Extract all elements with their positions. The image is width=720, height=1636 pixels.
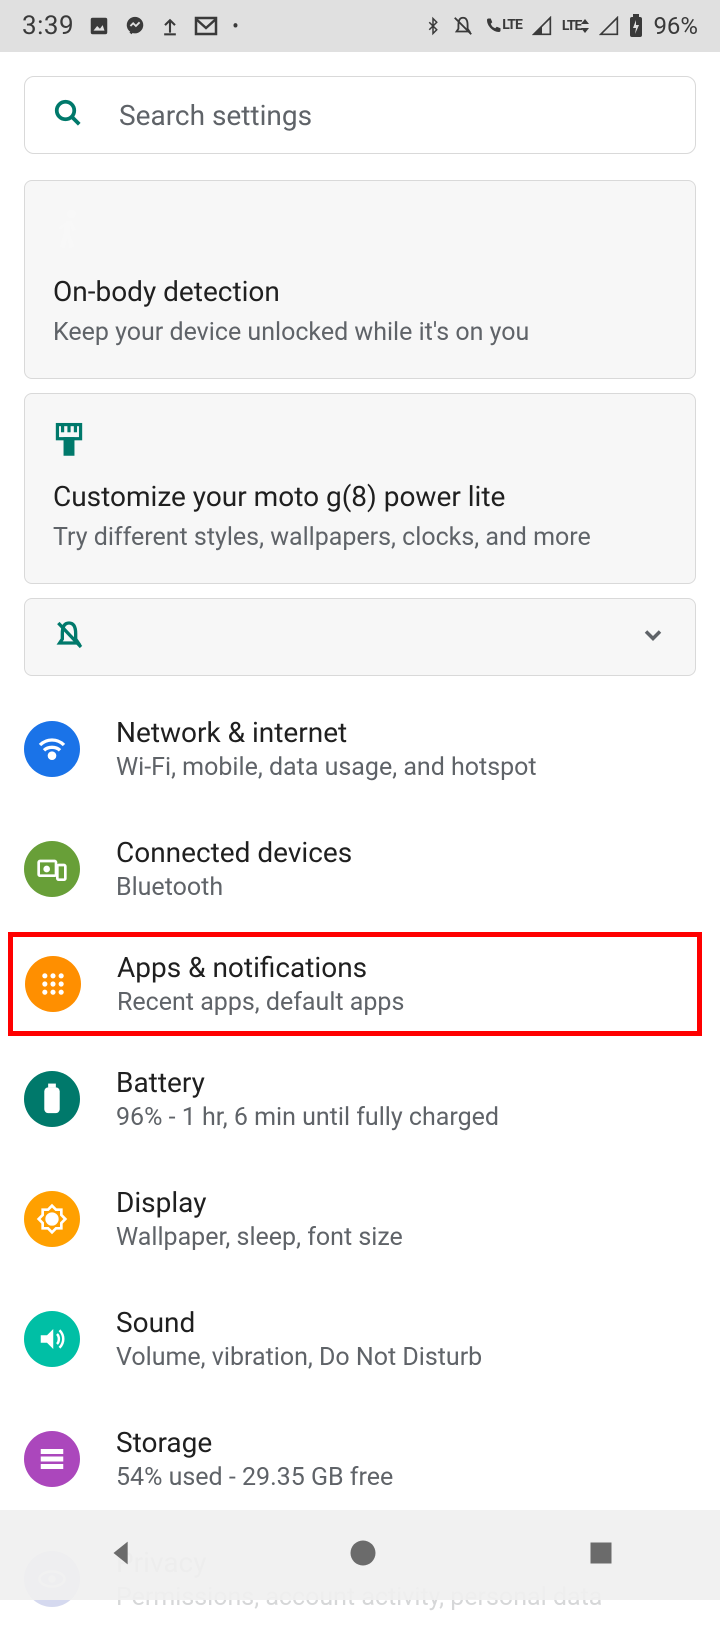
- row-apps-sub: Recent apps, default apps: [117, 988, 685, 1017]
- row-sound[interactable]: Sound Volume, vibration, Do Not Disturb: [24, 1282, 696, 1396]
- brush-icon: [53, 422, 667, 462]
- bluetooth-icon: [424, 14, 442, 38]
- brightness-icon: [24, 1191, 80, 1247]
- row-devices[interactable]: Connected devices Bluetooth: [24, 812, 696, 926]
- row-apps-title: Apps & notifications: [117, 951, 685, 984]
- card-dnd-collapsed[interactable]: [24, 598, 696, 676]
- wifi-icon: [24, 721, 80, 777]
- row-display-sub: Wallpaper, sleep, font size: [116, 1223, 696, 1252]
- dnd-icon: [452, 15, 474, 37]
- walk-icon: [53, 209, 667, 257]
- bell-off-icon: [53, 619, 85, 655]
- nav-bar: [0, 1510, 720, 1600]
- call-lte-icon: LTE: [484, 17, 522, 35]
- card-onbody-sub: Keep your device unlocked while it's on …: [53, 316, 667, 350]
- card-onbody-title: On-body detection: [53, 275, 667, 308]
- row-battery-title: Battery: [116, 1066, 696, 1099]
- upload-icon: [160, 15, 180, 37]
- card-customize-title: Customize your moto g(8) power lite: [53, 480, 667, 513]
- row-sound-sub: Volume, vibration, Do Not Disturb: [116, 1343, 696, 1372]
- row-battery-sub: 96% - 1 hr, 6 min until fully charged: [116, 1103, 696, 1132]
- row-network[interactable]: Network & internet Wi-Fi, mobile, data u…: [24, 692, 696, 806]
- nav-home[interactable]: [348, 1538, 378, 1572]
- volume-icon: [24, 1311, 80, 1367]
- row-sound-title: Sound: [116, 1306, 696, 1339]
- signal-1-icon: [532, 16, 552, 36]
- storage-icon: [24, 1431, 80, 1487]
- dot-icon: •: [232, 14, 239, 38]
- signal-2-icon: [599, 16, 619, 36]
- gallery-icon: [88, 15, 110, 37]
- row-apps[interactable]: Apps & notifications Recent apps, defaul…: [8, 932, 702, 1036]
- status-bar: 3:39 • LTE LTE: [0, 0, 720, 52]
- row-devices-sub: Bluetooth: [116, 873, 696, 902]
- lte-label: LTE: [562, 18, 590, 34]
- row-storage-title: Storage: [116, 1426, 696, 1459]
- search-icon: [53, 98, 83, 132]
- row-battery[interactable]: Battery 96% - 1 hr, 6 min until fully ch…: [24, 1042, 696, 1156]
- row-network-title: Network & internet: [116, 716, 696, 749]
- battery-percent: 96%: [653, 12, 698, 40]
- row-network-sub: Wi-Fi, mobile, data usage, and hotspot: [116, 753, 696, 782]
- search-placeholder: Search settings: [119, 99, 312, 132]
- card-onbody[interactable]: On-body detection Keep your device unloc…: [24, 180, 696, 379]
- battery-row-icon: [24, 1071, 80, 1127]
- apps-icon: [25, 956, 81, 1012]
- search-input[interactable]: Search settings: [24, 76, 696, 154]
- battery-icon: [629, 14, 643, 38]
- row-devices-title: Connected devices: [116, 836, 696, 869]
- card-customize[interactable]: Customize your moto g(8) power lite Try …: [24, 393, 696, 584]
- messenger-icon: [124, 15, 146, 37]
- card-customize-sub: Try different styles, wallpapers, clocks…: [53, 521, 667, 555]
- row-storage-sub: 54% used - 29.35 GB free: [116, 1463, 696, 1492]
- nav-back[interactable]: [105, 1536, 139, 1574]
- row-display-title: Display: [116, 1186, 696, 1219]
- chevron-down-icon: [639, 621, 667, 653]
- gmail-icon: [194, 16, 218, 36]
- devices-icon: [24, 841, 80, 897]
- nav-recent[interactable]: [587, 1539, 615, 1571]
- row-display[interactable]: Display Wallpaper, sleep, font size: [24, 1162, 696, 1276]
- row-storage[interactable]: Storage 54% used - 29.35 GB free: [24, 1402, 696, 1516]
- clock: 3:39: [22, 11, 74, 41]
